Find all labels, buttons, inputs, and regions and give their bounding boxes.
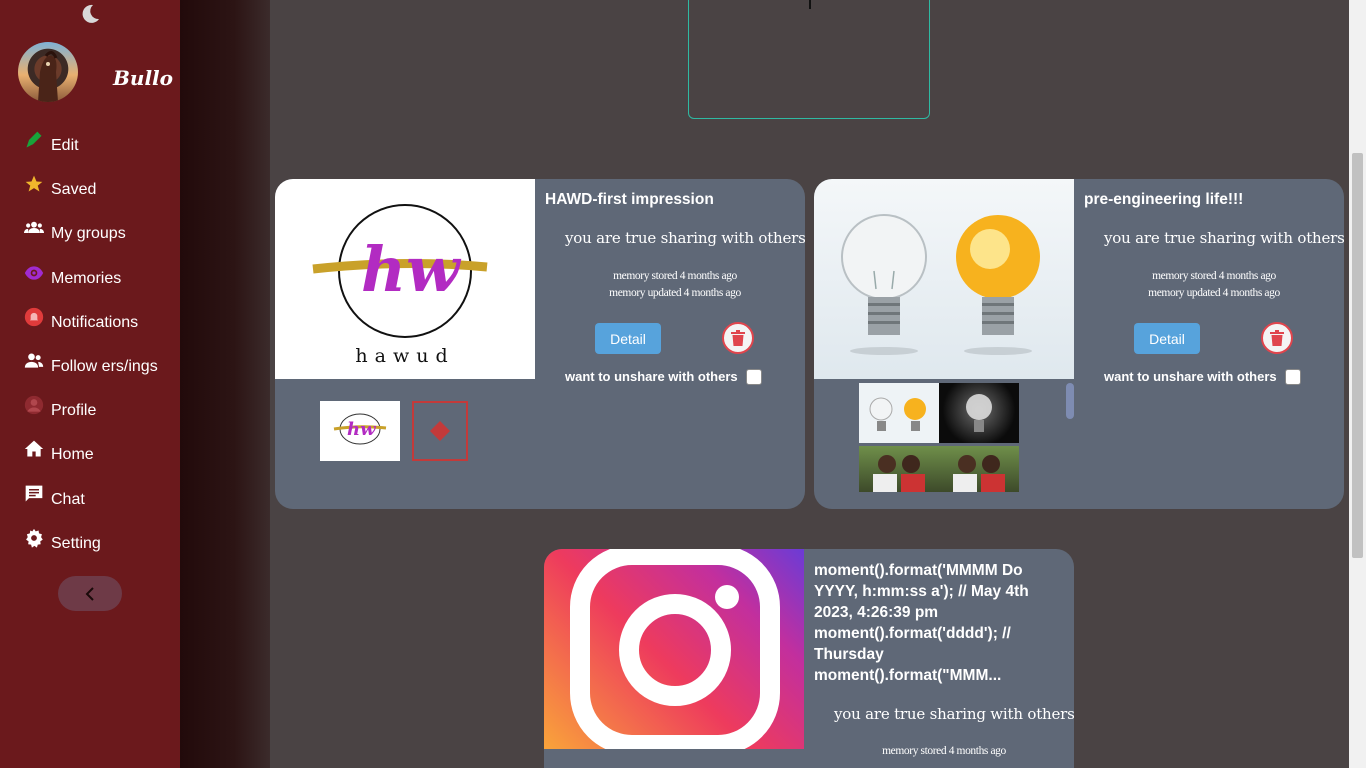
text-input-box[interactable]: [688, 0, 930, 119]
thumbnail[interactable]: [939, 446, 1019, 492]
avatar[interactable]: [18, 42, 78, 102]
logo-text: hawud: [355, 345, 455, 367]
gear-icon: [26, 528, 43, 548]
page-scrollbar[interactable]: [1349, 0, 1366, 768]
memory-image[interactable]: hw hawud: [275, 179, 535, 379]
memory-meta: memory stored 4 months ago: [814, 743, 1074, 760]
card-title: moment().format('MMMM Do YYYY, h:mm:ss a…: [814, 562, 1029, 684]
memory-stored: memory stored 4 months ago: [613, 270, 737, 282]
sidebar-item-label: Profile: [51, 402, 97, 420]
sidebar-item-label: Home: [51, 446, 94, 464]
delete-button[interactable]: [722, 322, 754, 354]
sidebar-item-label: Follow ers/ings: [51, 357, 158, 375]
memory-meta: memory stored 4 months ago memory update…: [1084, 268, 1344, 302]
groups-icon: [24, 222, 44, 234]
thumbnail-placeholder[interactable]: [412, 401, 468, 461]
username: Bullo: [113, 66, 173, 90]
person-icon: [24, 395, 44, 415]
memory-card: moment().format('MMMM Do YYYY, h:mm:ss a…: [544, 549, 1074, 768]
people-icon: [24, 353, 44, 368]
memory-card: hw hawud hw HAWD-first impression you ar…: [275, 179, 805, 509]
sidebar-shadow: [180, 0, 270, 768]
sidebar-item-label: Saved: [51, 181, 97, 199]
home-icon: [24, 440, 44, 457]
sidebar-item-label: Memories: [51, 269, 122, 287]
sidebar: Bullo Edit Saved My groups Memories Noti…: [0, 0, 180, 768]
pencil-icon: [26, 131, 42, 148]
thumbnail[interactable]: [859, 383, 939, 443]
memory-image[interactable]: [544, 549, 804, 755]
thumbnail[interactable]: [859, 446, 939, 492]
memory-meta: memory stored 4 months ago memory update…: [545, 268, 805, 302]
collapse-sidebar-button[interactable]: [58, 576, 122, 611]
text-cursor: [809, 0, 811, 9]
thumbnail[interactable]: hw: [320, 401, 400, 461]
unshare-label: want to unshare with others: [1104, 369, 1277, 384]
sidebar-item-label: Edit: [51, 137, 79, 154]
delete-button[interactable]: [1261, 322, 1293, 354]
card-title: pre-engineering life!!!: [1084, 191, 1244, 208]
unshare-label: want to unshare with others: [565, 369, 738, 384]
sidebar-item-label: Chat: [51, 490, 85, 508]
detail-button[interactable]: Detail: [1134, 323, 1200, 354]
thumbnail-scrollbar[interactable]: [1066, 383, 1074, 419]
trash-icon: [1270, 330, 1284, 346]
chat-icon: [25, 485, 43, 501]
sidebar-item-label: My groups: [51, 225, 126, 243]
eye-icon: [24, 265, 44, 280]
star-icon: [25, 175, 43, 192]
trash-icon: [731, 330, 745, 346]
share-status: you are true sharing with others: [565, 229, 805, 247]
memory-image[interactable]: [814, 179, 1074, 379]
thumbnail[interactable]: [939, 383, 1019, 443]
page-scrollbar-thumb[interactable]: [1352, 153, 1363, 558]
memory-updated: memory updated 4 months ago: [609, 287, 741, 299]
share-status: you are true sharing with others: [834, 705, 1074, 723]
unshare-checkbox[interactable]: [746, 369, 762, 385]
memory-stored: memory stored 4 months ago: [882, 745, 1006, 757]
svg-text:hw: hw: [347, 419, 377, 440]
card-title: HAWD-first impression: [545, 191, 714, 208]
share-status: you are true sharing with others: [1104, 229, 1344, 247]
svg-text:hw: hw: [361, 233, 462, 306]
unshare-checkbox[interactable]: [1285, 369, 1301, 385]
memory-card: pre-engineering life!!! you are true sha…: [814, 179, 1344, 509]
moon-icon[interactable]: [78, 2, 102, 26]
sidebar-item-label: Setting: [51, 534, 101, 552]
memory-updated: memory updated 4 months ago: [1148, 287, 1280, 299]
memory-stored: memory stored 4 months ago: [1152, 270, 1276, 282]
sidebar-item-label: Notifications: [51, 313, 139, 331]
detail-button[interactable]: Detail: [595, 323, 661, 354]
bell-icon: [24, 307, 44, 326]
chevron-left-icon: [85, 586, 94, 601]
